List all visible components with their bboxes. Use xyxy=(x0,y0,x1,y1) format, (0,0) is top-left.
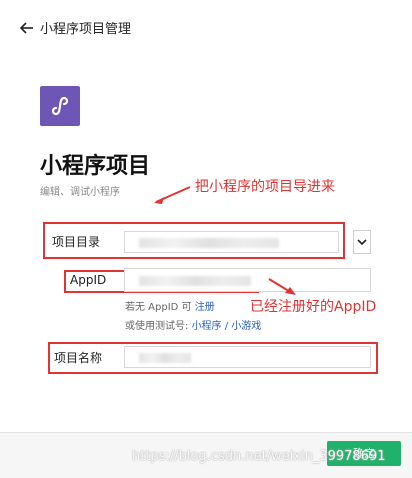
miniprogram-logo-icon xyxy=(40,86,80,126)
back-arrow-icon[interactable] xyxy=(19,20,34,34)
project-dir-label: 项目目录 xyxy=(52,235,101,249)
appid-hint: 若无 AppID 可 注册 xyxy=(125,298,215,313)
appid-annotation: 已经注册好的AppID xyxy=(250,299,377,315)
page-heading: 小程序项目 xyxy=(40,154,151,179)
chevron-down-icon xyxy=(357,239,367,246)
import-annotation: 把小程序的项目导进来 xyxy=(195,179,335,195)
watermark: https://blog.csdn.net/weixin_39978691 xyxy=(132,449,386,464)
testid-hint: 或使用测试号: 小程序 / 小游戏 xyxy=(125,317,261,332)
register-link[interactable]: 注册 xyxy=(195,302,215,313)
appid-label: AppID xyxy=(70,273,107,287)
project-dir-dropdown[interactable] xyxy=(353,230,371,254)
test-miniprogram-link[interactable]: 小程序 xyxy=(192,321,222,332)
appid-hint-text: 若无 AppID 可 xyxy=(125,302,192,313)
link-separator: / xyxy=(224,321,229,332)
project-name-label: 项目名称 xyxy=(54,351,103,365)
annotation-arrow-icon xyxy=(268,278,296,295)
annotation-arrow-icon xyxy=(154,186,191,204)
project-name-input[interactable] xyxy=(124,346,371,368)
testid-hint-text: 或使用测试号: xyxy=(125,321,189,332)
appid-input[interactable] xyxy=(124,268,371,292)
window-title: 小程序项目管理 xyxy=(40,22,132,37)
test-game-link[interactable]: 小游戏 xyxy=(231,321,261,332)
project-dir-input[interactable] xyxy=(124,231,339,253)
page-subheading: 编辑、调试小程序 xyxy=(40,187,120,198)
